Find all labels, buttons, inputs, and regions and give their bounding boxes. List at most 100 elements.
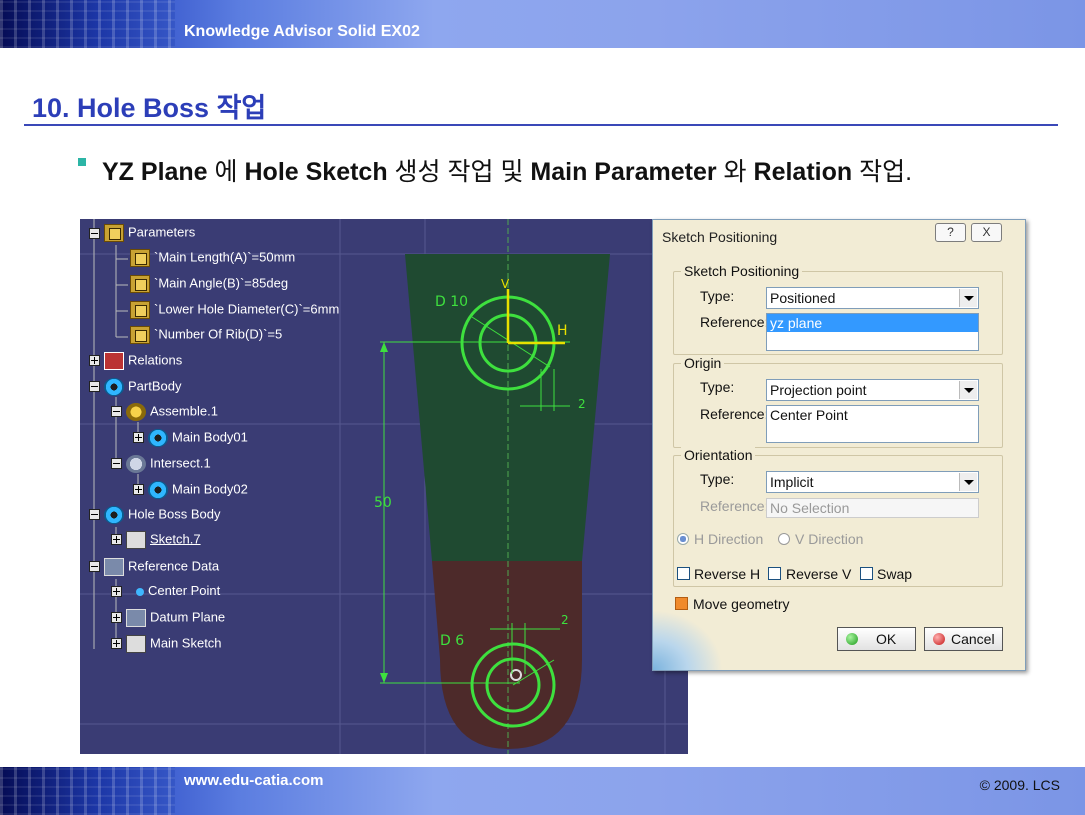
bullet-part: 와	[716, 158, 754, 186]
reverse-h-checkbox[interactable]	[677, 567, 690, 580]
tree-mainbody02[interactable]: Main Body02	[148, 481, 248, 499]
tree-main-sketch[interactable]: Main Sketch	[126, 635, 222, 653]
reference-label: Reference:	[700, 498, 769, 514]
dim-2a-label[interactable]: 2	[578, 397, 586, 411]
relations-icon	[104, 352, 124, 370]
chevron-down-icon[interactable]	[959, 473, 977, 491]
footer-copyright: © 2009. LCS	[979, 777, 1060, 793]
help-button[interactable]: ?	[935, 223, 966, 242]
node-label: Main Body02	[172, 481, 248, 497]
combo-value: Projection point	[770, 382, 867, 398]
tree-param-main-angle[interactable]: `Main Angle(B)`=85deg	[130, 275, 288, 293]
sketch-icon	[126, 531, 146, 549]
tree-datum-plane[interactable]: Datum Plane	[126, 609, 225, 627]
dim-d6-label[interactable]: D 6	[440, 633, 464, 649]
node-label: Main Sketch	[150, 635, 222, 651]
move-geometry-label: Move geometry	[693, 596, 790, 612]
reference-value: No Selection	[770, 500, 850, 516]
reverse-v-checkbox[interactable]	[768, 567, 781, 580]
dim-2b-label[interactable]: 2	[561, 613, 569, 627]
orientation-type-select[interactable]: Implicit	[766, 471, 979, 493]
origin-reference-field[interactable]: Center Point	[766, 405, 979, 443]
ok-button[interactable]: OK	[837, 627, 916, 651]
expand-sketch[interactable]	[111, 534, 122, 545]
tree-param-main-length[interactable]: `Main Length(A)`=50mm	[130, 249, 295, 267]
tree-mainbody01[interactable]: Main Body01	[148, 429, 248, 447]
positioning-reference-field[interactable]: yz plane	[766, 313, 979, 351]
move-geometry-checkbox[interactable]	[675, 597, 688, 610]
bullet-part: Relation	[753, 158, 853, 186]
expand-mainbody02[interactable]	[133, 484, 144, 495]
v-axis-label: V	[501, 277, 510, 291]
tree-param-lower-hole[interactable]: `Lower Hole Diameter(C)`=6mm	[130, 301, 339, 319]
collapse-holeboss[interactable]	[89, 509, 100, 520]
dialog-decoration	[653, 610, 723, 670]
tree-hole-boss-body[interactable]: Hole Boss Body	[104, 506, 221, 524]
node-label: Datum Plane	[150, 609, 226, 625]
body-icon	[104, 378, 124, 396]
node-label: Assemble.1	[150, 403, 218, 419]
collapse-refdata[interactable]	[89, 561, 100, 572]
bullet-part: 생성 작업 및	[387, 158, 531, 186]
collapse-intersect[interactable]	[111, 458, 122, 469]
expand-centerpoint[interactable]	[111, 586, 122, 597]
point-icon	[136, 587, 144, 596]
tree-center-point[interactable]: Center Point	[136, 583, 220, 598]
node-label: `Number Of Rib(D)`=5	[154, 326, 283, 342]
positioning-type-select[interactable]: Positioned	[766, 287, 979, 309]
node-label: Hole Boss Body	[128, 506, 221, 522]
expand-datumplane[interactable]	[111, 612, 122, 623]
reverse-h-label: Reverse H	[694, 566, 761, 582]
close-button[interactable]: X	[971, 223, 1002, 242]
tree-param-number-of-rib[interactable]: `Number Of Rib(D)`=5	[130, 326, 282, 344]
bullet-text: YZ Plane 에 Hole Sketch 생성 작업 및 Main Para…	[102, 152, 912, 188]
chevron-down-icon[interactable]	[959, 381, 977, 399]
h-axis-label: H	[557, 323, 568, 339]
expand-mainbody01[interactable]	[133, 432, 144, 443]
catia-viewport[interactable]: D 10 V H 2 50 D 6 2 Parameters `Main Len…	[80, 219, 688, 754]
specification-tree[interactable]: Parameters `Main Length(A)`=50mm `Main A…	[80, 219, 380, 754]
expand-mainsketch[interactable]	[111, 638, 122, 649]
cancel-button[interactable]: Cancel	[924, 627, 1003, 651]
tree-parameters[interactable]: Parameters	[104, 224, 195, 242]
swap-checkbox[interactable]	[860, 567, 873, 580]
reference-label: Reference:	[700, 406, 769, 422]
node-label: Parameters	[128, 224, 196, 240]
bullet-part: YZ Plane	[102, 158, 208, 186]
tree-partbody[interactable]: PartBody	[104, 378, 181, 396]
v-direction-label: V Direction	[795, 531, 864, 547]
chevron-down-icon[interactable]	[959, 289, 977, 307]
collapse-partbody[interactable]	[89, 381, 100, 392]
ok-label: OK	[876, 631, 897, 647]
node-label: Main Body01	[172, 429, 248, 445]
assemble-icon	[126, 403, 146, 421]
origin-type-select[interactable]: Projection point	[766, 379, 979, 401]
tree-sketch[interactable]: Sketch.7	[126, 531, 201, 549]
sketch-icon	[126, 635, 146, 653]
group-title: Origin	[681, 355, 725, 371]
parameter-icon	[130, 275, 150, 293]
dim-d10-label[interactable]: D 10	[435, 294, 468, 310]
footer-url[interactable]: www.edu-catia.com	[184, 772, 323, 789]
node-label: Center Point	[148, 583, 221, 598]
bullet-part: Main Parameter	[530, 158, 717, 186]
tree-intersect[interactable]: Intersect.1	[126, 455, 211, 473]
expand-relations[interactable]	[89, 355, 100, 366]
swap-label: Swap	[877, 566, 913, 582]
h-direction-radio	[677, 533, 689, 545]
collapse-assemble[interactable]	[111, 406, 122, 417]
orientation-reference-field: No Selection	[766, 498, 979, 518]
tree-relations[interactable]: Relations	[104, 352, 182, 370]
plane-icon	[126, 609, 146, 627]
type-label: Type:	[700, 288, 735, 304]
header-title: Knowledge Advisor Solid EX02	[184, 23, 420, 40]
tree-reference-data[interactable]: Reference Data	[104, 558, 219, 576]
footer-banner: www.edu-catia.com © 2009. LCS	[0, 767, 1085, 815]
collapse-parameters[interactable]	[89, 228, 100, 239]
cancel-icon	[933, 633, 945, 645]
body-icon	[148, 481, 168, 499]
reference-selected[interactable]: yz plane	[767, 314, 978, 332]
tree-assemble[interactable]: Assemble.1	[126, 403, 218, 421]
cancel-label: Cancel	[951, 631, 995, 647]
banner-pattern	[0, 767, 175, 815]
